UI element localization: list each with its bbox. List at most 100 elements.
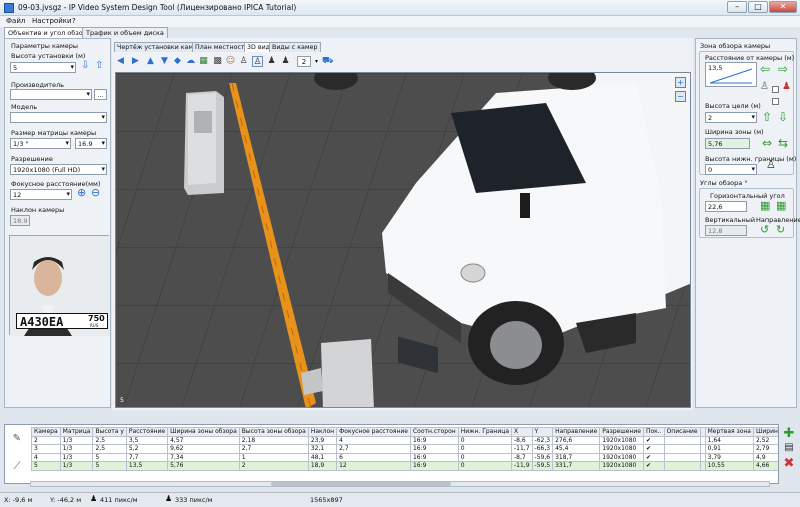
table-cell[interactable]: 5,2 <box>125 444 169 454</box>
table-cell[interactable]: 2,7 <box>238 444 309 454</box>
pan-left-icon[interactable]: ◀ <box>115 56 126 67</box>
column-header[interactable]: Разрешение <box>599 427 644 437</box>
column-header[interactable]: Камера <box>31 427 61 437</box>
table-cell[interactable]: 16:9 <box>409 452 459 462</box>
tab-camera-views[interactable]: Виды с камер <box>269 42 321 52</box>
column-header[interactable]: Соотн.сторон <box>409 427 459 437</box>
table-row[interactable]: 2 1/3 2,5 3,5 4,57 2,18 23,9 4 16:9 0 -8,6 -62,3 276… <box>31 435 778 445</box>
table-cell[interactable]: -66,3 <box>531 444 554 454</box>
table-cell[interactable]: 2,18 <box>238 435 309 445</box>
table-cell[interactable]: -11,7 <box>511 444 533 454</box>
table-cell[interactable]: 5 <box>92 461 127 471</box>
arrow-left-green-icon[interactable]: ⇦ <box>760 63 770 75</box>
table-row[interactable]: 5 1/3 5 13,5 5,76 2 18,9 12 16:9 0 -11,9 -59,5 331,7… <box>31 461 778 471</box>
table-cell[interactable]: 5,76 <box>167 461 240 471</box>
table-cell[interactable]: ✔ <box>642 452 665 462</box>
table-cell[interactable]: 45,4 <box>552 444 601 454</box>
table-cell[interactable]: 1/3 <box>59 452 94 462</box>
close-button[interactable]: ✕ <box>769 1 797 13</box>
column-header[interactable]: Нижн. Граница <box>457 427 513 437</box>
maximize-button[interactable]: □ <box>748 1 768 13</box>
pan-right-icon[interactable]: ▶ <box>130 56 141 67</box>
table-cell[interactable] <box>663 444 701 454</box>
table-cell[interactable]: 23,9 <box>307 435 338 445</box>
table-cell[interactable]: 1 <box>238 452 309 462</box>
table-cell[interactable]: 1,64 <box>704 435 754 445</box>
column-header[interactable]: Матрица <box>59 427 94 437</box>
expand-icon[interactable]: ⇔ <box>762 137 772 149</box>
table-cell[interactable]: 16:9 <box>409 461 459 471</box>
rotate-right-icon[interactable]: ↻ <box>776 224 785 235</box>
minimize-button[interactable]: – <box>727 1 747 13</box>
table-cell[interactable]: 5 <box>92 452 127 462</box>
table-cell[interactable]: 4,9 <box>752 452 778 462</box>
tab-plan[interactable]: План местности <box>192 42 252 52</box>
pan-down-icon[interactable]: ▼ <box>159 56 170 67</box>
table-cell[interactable]: 6 <box>336 452 411 462</box>
horizontal-scrollbar[interactable] <box>30 481 770 487</box>
table-cell[interactable]: 2,52 <box>752 435 778 445</box>
person-gray-icon[interactable]: ♟ <box>280 56 291 67</box>
h-angle-field[interactable]: 22,6 <box>705 201 747 212</box>
table-cell[interactable]: 0 <box>457 435 513 445</box>
table-cell[interactable]: 32,1 <box>307 444 338 454</box>
table-cell[interactable]: 2,7 <box>336 444 411 454</box>
column-header[interactable]: Наклон <box>307 427 338 437</box>
manufacturer-select[interactable] <box>10 89 92 100</box>
table-cell[interactable]: 1/3 <box>59 435 94 445</box>
column-header[interactable]: Мертвая зона <box>704 427 754 437</box>
person-face-icon[interactable]: ☺ <box>225 56 236 67</box>
table-cell[interactable]: 2,79 <box>752 444 778 454</box>
table-cell[interactable]: 7,34 <box>167 452 240 462</box>
table-cell[interactable]: 2 <box>31 435 61 445</box>
table-cell[interactable]: 4,57 <box>167 435 240 445</box>
table-cell[interactable]: 2,5 <box>92 435 127 445</box>
arrow-down-icon[interactable]: ⇩ <box>81 61 89 71</box>
grid-view-icon[interactable]: ▦ <box>198 56 209 67</box>
delete-camera-icon[interactable]: ✖ <box>783 457 795 470</box>
table-cell[interactable]: 16:9 <box>409 435 459 445</box>
target-height-select[interactable]: 2 <box>705 112 757 123</box>
column-header[interactable]: Описание <box>663 427 701 437</box>
table-cell[interactable]: 3 <box>31 444 61 454</box>
table-cell[interactable]: 0 <box>457 452 513 462</box>
arrow-down-green-icon[interactable]: ⇩ <box>778 111 788 123</box>
person-frame-icon[interactable]: ♙ <box>252 56 263 67</box>
table-cell[interactable]: 18,9 <box>307 461 338 471</box>
table-cell[interactable] <box>663 435 701 445</box>
table-cell[interactable]: -11,9 <box>511 461 533 471</box>
table-cell[interactable]: 1/3 <box>59 444 94 454</box>
table-cell[interactable]: 48,1 <box>307 452 338 462</box>
matrix-select[interactable]: 1/3 " <box>10 138 71 149</box>
table-cell[interactable]: -62,3 <box>531 435 554 445</box>
qr-icon[interactable]: ▩ <box>212 56 223 67</box>
column-header[interactable]: Фокусное расстояние <box>336 427 411 437</box>
table-cell[interactable]: 1/3 <box>59 461 94 471</box>
zoom-in-icon[interactable]: + <box>675 77 686 88</box>
column-header[interactable]: Высота зоны обзора <box>238 427 309 437</box>
table-cell[interactable]: 1920x1080 <box>599 452 644 462</box>
column-header[interactable]: Ширина зоны обзора <box>167 427 240 437</box>
pan-up-icon[interactable]: ▲ <box>145 56 156 67</box>
arrow-up-green-icon[interactable]: ⇧ <box>762 111 772 123</box>
scrollbar-thumb[interactable] <box>271 482 451 486</box>
zoom-out-icon[interactable]: − <box>675 91 686 102</box>
table-cell[interactable]: 10,55 <box>704 461 754 471</box>
table-cell[interactable]: 4 <box>31 452 61 462</box>
model-select[interactable] <box>10 112 107 123</box>
person-alt-icon[interactable]: ♟ <box>266 56 277 67</box>
arrow-right-green-icon[interactable]: ⇨ <box>778 63 788 75</box>
menu-help[interactable]: ? <box>72 17 76 25</box>
table-cell[interactable]: 318,7 <box>552 452 601 462</box>
table-cell[interactable] <box>663 461 701 471</box>
table-cell[interactable]: 16:9 <box>409 444 459 454</box>
add-camera-icon[interactable]: ✚ <box>783 427 795 440</box>
menu-file[interactable]: Файл <box>6 17 25 25</box>
tab-traffic[interactable]: Трафик и объем диска <box>82 27 168 38</box>
checkbox-1[interactable] <box>772 86 779 93</box>
table-cell[interactable] <box>663 452 701 462</box>
table-row[interactable]: 4 1/3 5 7,7 7,34 1 48,1 6 16:9 0 -8,7 -59,6 318,7 192… <box>31 452 778 462</box>
edit-camera-icon[interactable]: ▤ <box>783 442 795 454</box>
arrow-up-icon[interactable]: ⇧ <box>95 61 103 71</box>
install-height-field[interactable]: 5 <box>10 62 76 73</box>
